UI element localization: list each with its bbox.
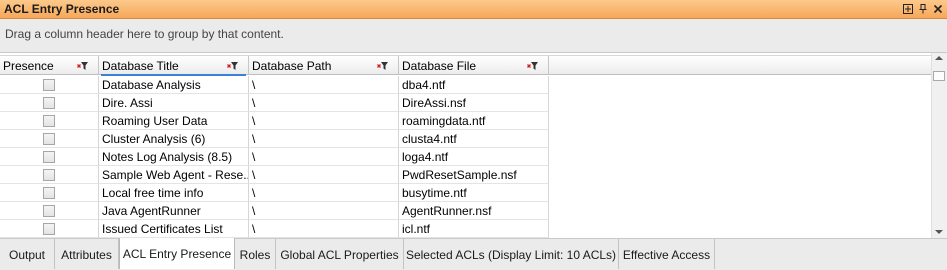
table-row[interactable]: Issued Certificates List \ icl.ntf [0, 220, 931, 238]
filter-icon[interactable] [227, 61, 239, 71]
presence-checkbox[interactable] [43, 223, 55, 235]
database-title-cell: Issued Certificates List [99, 220, 249, 238]
presence-cell [0, 76, 99, 94]
presence-checkbox[interactable] [43, 133, 55, 145]
presence-checkbox[interactable] [43, 187, 55, 199]
database-path-cell: \ [249, 130, 399, 148]
column-header-label: Database File [402, 59, 477, 73]
table-row[interactable]: Sample Web Agent - Rese... \ PwdResetSam… [0, 166, 931, 184]
panel-title: ACL Entry Presence [4, 2, 120, 16]
group-by-hint: Drag a column header here to group by th… [5, 27, 284, 41]
database-file-cell: clusta4.ntf [399, 130, 549, 148]
tab-global-acl-properties[interactable]: Global ACL Properties [276, 239, 404, 269]
acl-presence-grid: Presence Database Title Database Path Da… [0, 53, 931, 238]
table-row[interactable]: Local free time info \ busytime.ntf [0, 184, 931, 202]
scroll-up-arrow-icon[interactable] [935, 56, 943, 60]
database-path-cell: \ [249, 148, 399, 166]
tab-effective-access[interactable]: Effective Access [619, 239, 715, 269]
database-file-cell: roamingdata.ntf [399, 112, 549, 130]
table-row[interactable]: Dire. Assi \ DireAssi.nsf [0, 94, 931, 112]
column-header-database-title[interactable]: Database Title [99, 56, 249, 76]
database-title-cell: Local free time info [99, 184, 249, 202]
database-path-cell: \ [249, 202, 399, 220]
table-row[interactable]: Notes Log Analysis (8.5) \ loga4.ntf [0, 148, 931, 166]
bottom-tab-bar: Output Attributes ACL Entry Presence Rol… [0, 238, 947, 270]
presence-cell [0, 112, 99, 130]
scroll-thumb[interactable] [933, 71, 945, 81]
database-title-cell: Cluster Analysis (6) [99, 130, 249, 148]
column-header-label: Database Title [102, 59, 179, 73]
database-file-cell: icl.ntf [399, 220, 549, 238]
presence-checkbox[interactable] [43, 205, 55, 217]
grid-header: Presence Database Title Database Path Da… [0, 55, 931, 76]
column-header-presence[interactable]: Presence [0, 56, 99, 75]
database-path-cell: \ [249, 220, 399, 238]
database-file-cell: busytime.ntf [399, 184, 549, 202]
column-header-label: Database Path [252, 59, 332, 73]
tab-attributes[interactable]: Attributes [55, 239, 119, 269]
tab-acl-entry-presence[interactable]: ACL Entry Presence [119, 238, 235, 269]
table-row[interactable]: Database Analysis \ dba4.ntf [0, 76, 931, 94]
database-title-cell: Notes Log Analysis (8.5) [99, 148, 249, 166]
database-title-cell: Dire. Assi [99, 94, 249, 112]
panel-title-bar: ACL Entry Presence [0, 0, 947, 19]
presence-cell [0, 220, 99, 238]
pin-icon[interactable] [917, 3, 928, 14]
database-file-cell: DireAssi.nsf [399, 94, 549, 112]
column-header-database-file[interactable]: Database File [399, 56, 549, 75]
database-path-cell: \ [249, 166, 399, 184]
maximize-icon[interactable] [902, 3, 913, 14]
close-icon[interactable] [932, 3, 943, 14]
database-file-cell: dba4.ntf [399, 76, 549, 94]
tab-roles[interactable]: Roles [235, 239, 276, 269]
tab-output[interactable]: Output [0, 239, 55, 269]
vertical-scrollbar[interactable] [931, 53, 947, 238]
database-file-cell: AgentRunner.nsf [399, 202, 549, 220]
column-header-database-path[interactable]: Database Path [249, 56, 399, 75]
group-by-area[interactable]: Drag a column header here to group by th… [0, 19, 947, 53]
database-path-cell: \ [249, 76, 399, 94]
database-file-cell: loga4.ntf [399, 148, 549, 166]
column-header-label: Presence [3, 59, 54, 73]
presence-cell [0, 148, 99, 166]
table-row[interactable]: Cluster Analysis (6) \ clusta4.ntf [0, 130, 931, 148]
presence-checkbox[interactable] [43, 97, 55, 109]
tab-selected-acls[interactable]: Selected ACLs (Display Limit: 10 ACLs) [404, 239, 619, 269]
presence-cell [0, 184, 99, 202]
presence-cell [0, 130, 99, 148]
database-title-cell: Java AgentRunner [99, 202, 249, 220]
presence-checkbox[interactable] [43, 151, 55, 163]
presence-checkbox[interactable] [43, 79, 55, 91]
database-path-cell: \ [249, 184, 399, 202]
filter-icon[interactable] [377, 61, 389, 71]
presence-cell [0, 166, 99, 184]
database-title-cell: Database Analysis [99, 76, 249, 94]
filter-icon[interactable] [77, 61, 89, 71]
database-file-cell: PwdResetSample.nsf [399, 166, 549, 184]
table-row[interactable]: Roaming User Data \ roamingdata.ntf [0, 112, 931, 130]
filter-icon[interactable] [527, 61, 539, 71]
database-title-cell: Sample Web Agent - Rese... [99, 166, 249, 184]
presence-cell [0, 202, 99, 220]
database-path-cell: \ [249, 112, 399, 130]
presence-checkbox[interactable] [43, 169, 55, 181]
database-title-cell: Roaming User Data [99, 112, 249, 130]
scroll-down-arrow-icon[interactable] [935, 230, 943, 234]
table-row[interactable]: Java AgentRunner \ AgentRunner.nsf [0, 202, 931, 220]
presence-checkbox[interactable] [43, 115, 55, 127]
database-path-cell: \ [249, 94, 399, 112]
presence-cell [0, 94, 99, 112]
